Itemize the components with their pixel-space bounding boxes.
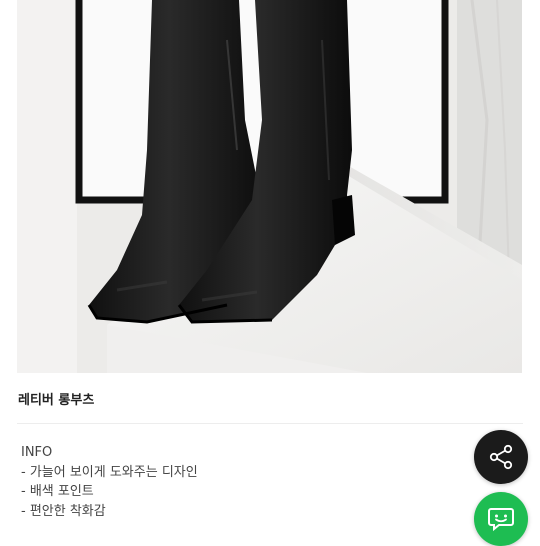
share-icon (489, 444, 513, 470)
product-info: INFO - 가늘어 보이게 도와주는 디자인 - 배색 포인트 - 편안한 착… (21, 443, 198, 521)
product-title: 레티버 롱부츠 (18, 393, 95, 408)
chat-icon (488, 508, 514, 532)
info-line: - 편안한 착화감 (21, 503, 106, 519)
info-line: - 배색 포인트 (21, 484, 94, 499)
product-image (17, 0, 522, 373)
info-line: - 가늘어 보이게 도와주는 디자인 (21, 464, 198, 480)
info-heading: INFO (21, 445, 53, 460)
divider (17, 423, 523, 424)
share-button[interactable] (474, 430, 528, 484)
chat-button[interactable] (474, 492, 528, 546)
